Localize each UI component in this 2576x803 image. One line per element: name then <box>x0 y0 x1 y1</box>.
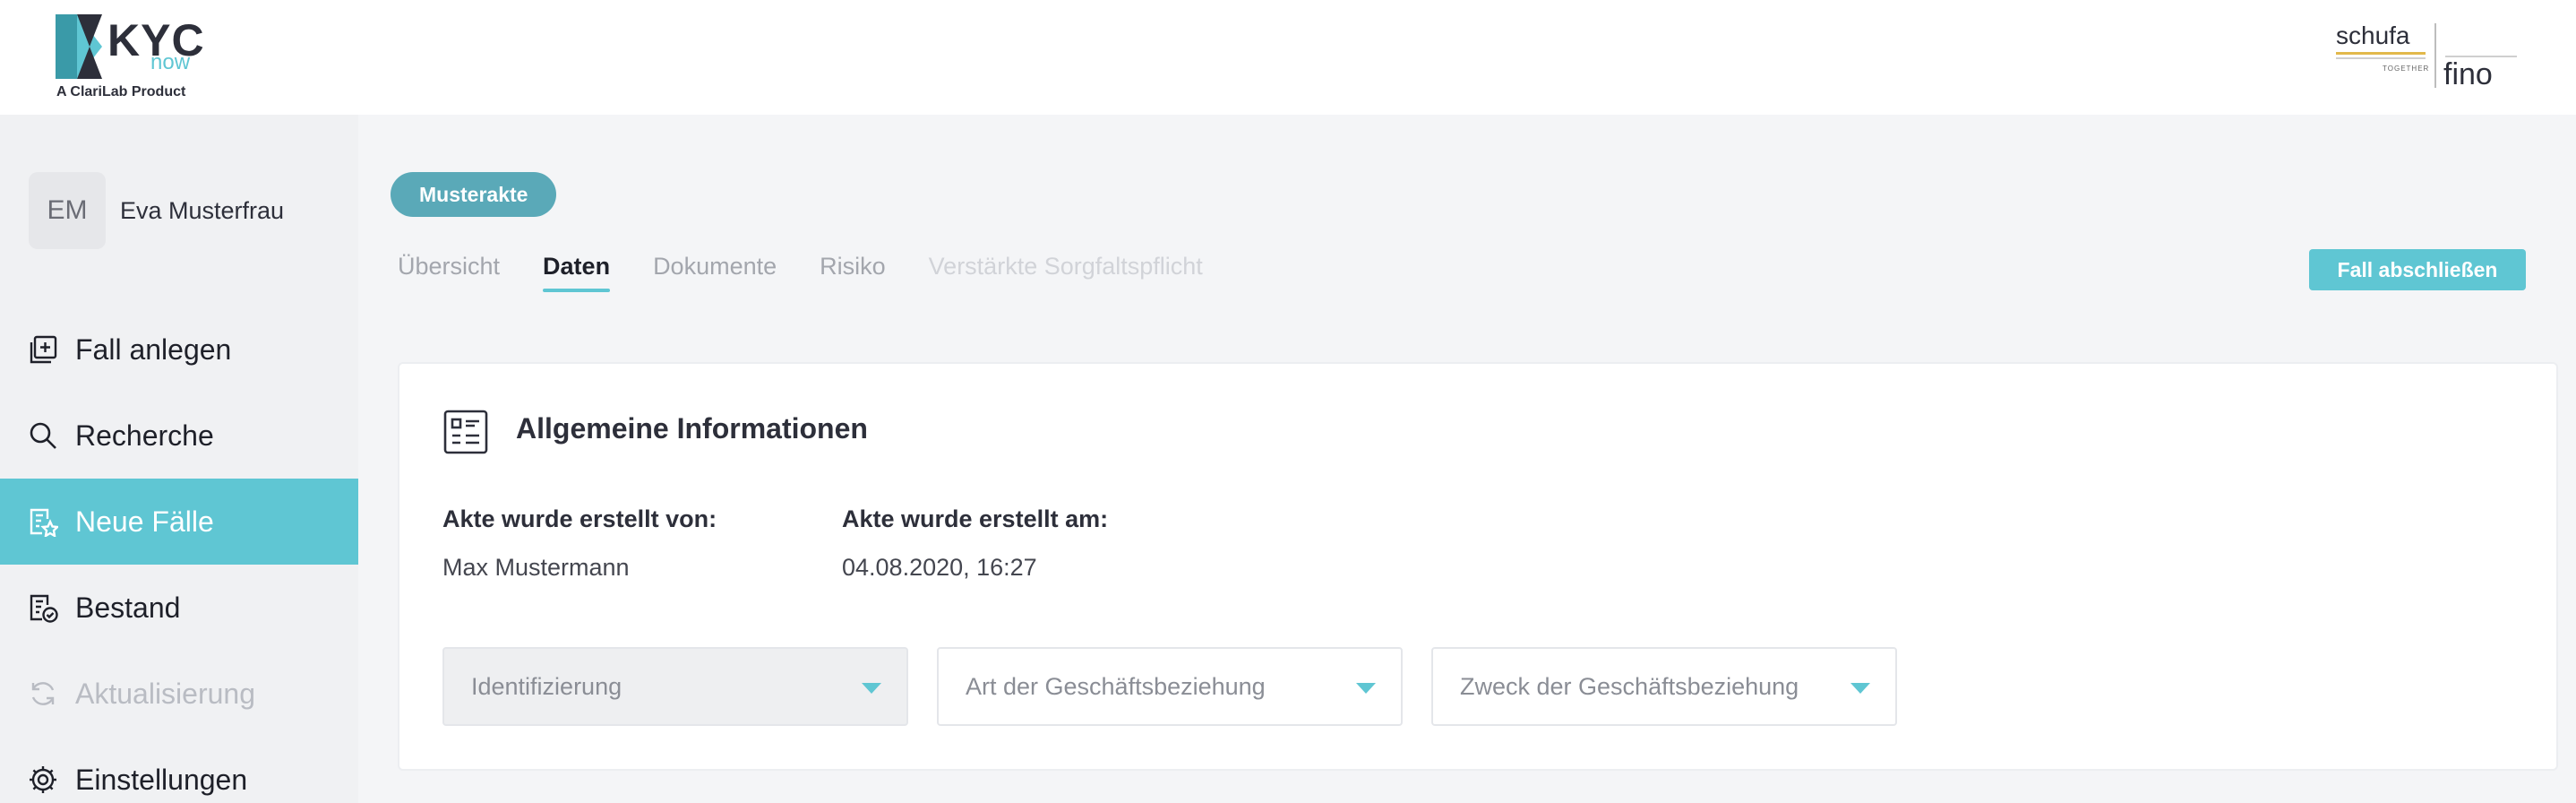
tab-uebersicht[interactable]: Übersicht <box>398 253 500 292</box>
sidebar-item-label: Neue Fälle <box>75 505 214 538</box>
logo-tagline: A ClariLab Product <box>56 84 186 99</box>
partner-logo: schufa TOGETHER fino <box>2329 20 2526 95</box>
created-at-label: Akte wurde erstellt am: <box>842 505 1109 532</box>
schufa-logo-line-secondary <box>2336 57 2426 59</box>
case-name-badge: Musterakte <box>391 172 557 217</box>
refresh-icon <box>27 678 59 710</box>
relationship-purpose-select-value: Zweck der Geschäftsbeziehung <box>1460 672 1799 700</box>
gear-icon <box>27 764 59 796</box>
relationship-type-select[interactable]: Art der Geschäftsbeziehung <box>937 647 1403 726</box>
schufa-logo-text: schufa <box>2336 22 2410 49</box>
close-case-button[interactable]: Fall abschließen <box>2309 249 2526 290</box>
relationship-purpose-select[interactable]: Zweck der Geschäftsbeziehung <box>1431 647 1897 726</box>
info-list-icon <box>443 410 488 454</box>
sidebar-item-bestand[interactable]: Bestand <box>0 565 358 651</box>
add-case-icon <box>27 333 59 366</box>
logo-now-text: now <box>150 50 191 74</box>
sidebar-item-label: Aktualisierung <box>75 677 255 710</box>
created-by-label: Akte wurde erstellt von: <box>442 505 717 532</box>
avatar[interactable]: EM <box>29 172 106 249</box>
user-profile[interactable]: EM Eva Musterfrau <box>29 172 284 249</box>
chevron-down-icon <box>1850 683 1870 694</box>
fino-logo-text: fino <box>2443 57 2493 91</box>
schufa-logo-line <box>2336 52 2426 55</box>
chevron-down-icon <box>862 683 881 694</box>
partner-divider <box>2434 23 2436 88</box>
user-name: Eva Musterfrau <box>120 196 285 224</box>
tab-dokumente[interactable]: Dokumente <box>653 253 777 292</box>
sidebar-item-aktualisierung[interactable]: Aktualisierung <box>0 651 358 737</box>
inventory-icon <box>27 591 59 624</box>
general-info-card: Allgemeine Informationen Akte wurde erst… <box>398 362 2558 771</box>
schufa-together-text: TOGETHER <box>2383 65 2430 73</box>
case-tabs: Übersicht Daten Dokumente Risiko Verstär… <box>398 253 1246 292</box>
created-by-value: Max Mustermann <box>442 554 630 581</box>
new-cases-icon <box>27 505 59 538</box>
sidebar-item-fall-anlegen[interactable]: Fall anlegen <box>0 307 358 393</box>
kyc-logo-mark-icon <box>56 14 102 79</box>
chevron-down-icon <box>1356 683 1376 694</box>
tab-daten[interactable]: Daten <box>543 253 611 292</box>
identification-select-value: Identifizierung <box>471 672 623 700</box>
sidebar: EM Eva Musterfrau Fall anlegen Recherche <box>0 115 358 803</box>
sidebar-item-neue-faelle[interactable]: Neue Fälle <box>0 479 358 565</box>
relationship-type-select-value: Art der Geschäftsbeziehung <box>966 672 1266 700</box>
sidebar-item-einstellungen[interactable]: Einstellungen <box>0 737 358 803</box>
sidebar-item-label: Recherche <box>75 419 214 452</box>
sidebar-item-label: Bestand <box>75 591 181 624</box>
top-bar: KYC now A ClariLab Product schufa TOGETH… <box>0 0 2576 115</box>
identification-select[interactable]: Identifizierung <box>442 647 908 726</box>
created-at-value: 04.08.2020, 16:27 <box>842 554 1037 581</box>
tab-risiko[interactable]: Risiko <box>820 253 886 292</box>
sidebar-item-recherche[interactable]: Recherche <box>0 393 358 479</box>
tab-verstaerkte-sorgfaltspflicht[interactable]: Verstärkte Sorgfaltspflicht <box>929 253 1203 292</box>
sidebar-item-label: Fall anlegen <box>75 332 232 366</box>
card-title: Allgemeine Informationen <box>516 412 868 445</box>
search-icon <box>27 419 59 452</box>
kyc-now-logo[interactable]: KYC now A ClariLab Product <box>56 14 217 104</box>
sidebar-item-label: Einstellungen <box>75 763 248 796</box>
